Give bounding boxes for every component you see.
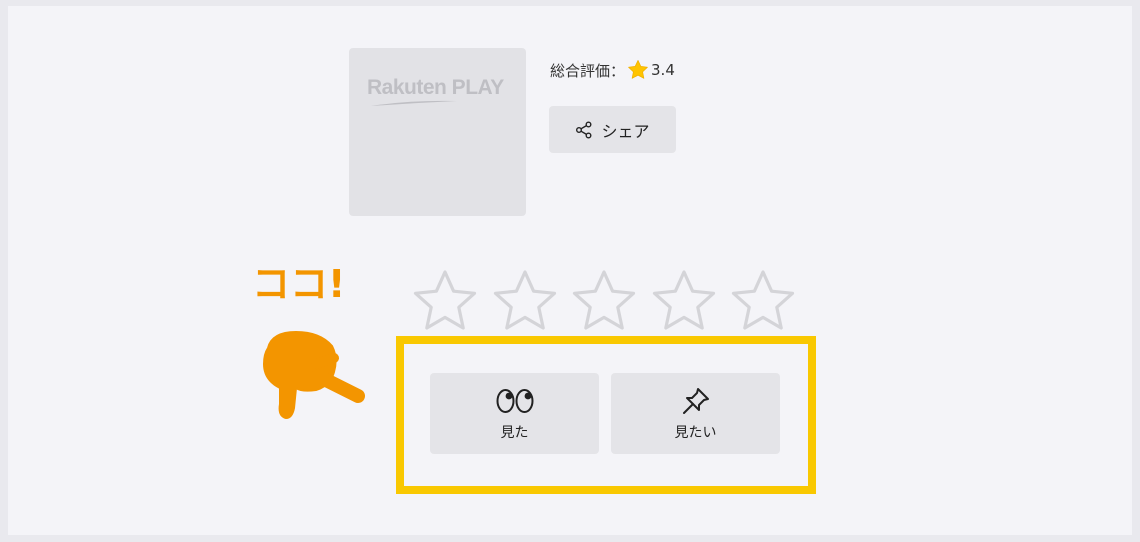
overall-rating: 総合評価： 3.4 (550, 58, 675, 82)
watched-label: 見た (500, 424, 529, 441)
rating-star-1[interactable] (412, 268, 478, 334)
want-to-watch-label: 見たい (674, 424, 717, 441)
pin-icon (681, 386, 711, 416)
rating-star-5[interactable] (730, 268, 796, 334)
callout-text: ココ! (252, 262, 346, 306)
user-rating-stars[interactable] (412, 268, 798, 336)
rating-value: 3.4 (651, 61, 675, 79)
share-label: シェア (601, 121, 650, 141)
pointing-hand-icon (263, 331, 365, 419)
rating-star-2[interactable] (492, 268, 558, 334)
rating-star-4[interactable] (651, 268, 717, 334)
logo-text: Rakuten PLAY (367, 76, 504, 99)
watched-button[interactable]: 見た (430, 373, 599, 454)
rating-label: 総合評価： (550, 61, 626, 80)
eyes-icon (495, 386, 535, 416)
want-to-watch-button[interactable]: 見たい (611, 373, 780, 454)
star-filled-icon (628, 60, 648, 79)
share-button[interactable]: シェア (549, 106, 676, 153)
rating-star-3[interactable] (571, 268, 637, 334)
rakuten-play-logo: Rakuten PLAY (367, 74, 512, 110)
logo-swoosh (371, 100, 457, 106)
share-icon (576, 121, 592, 138)
